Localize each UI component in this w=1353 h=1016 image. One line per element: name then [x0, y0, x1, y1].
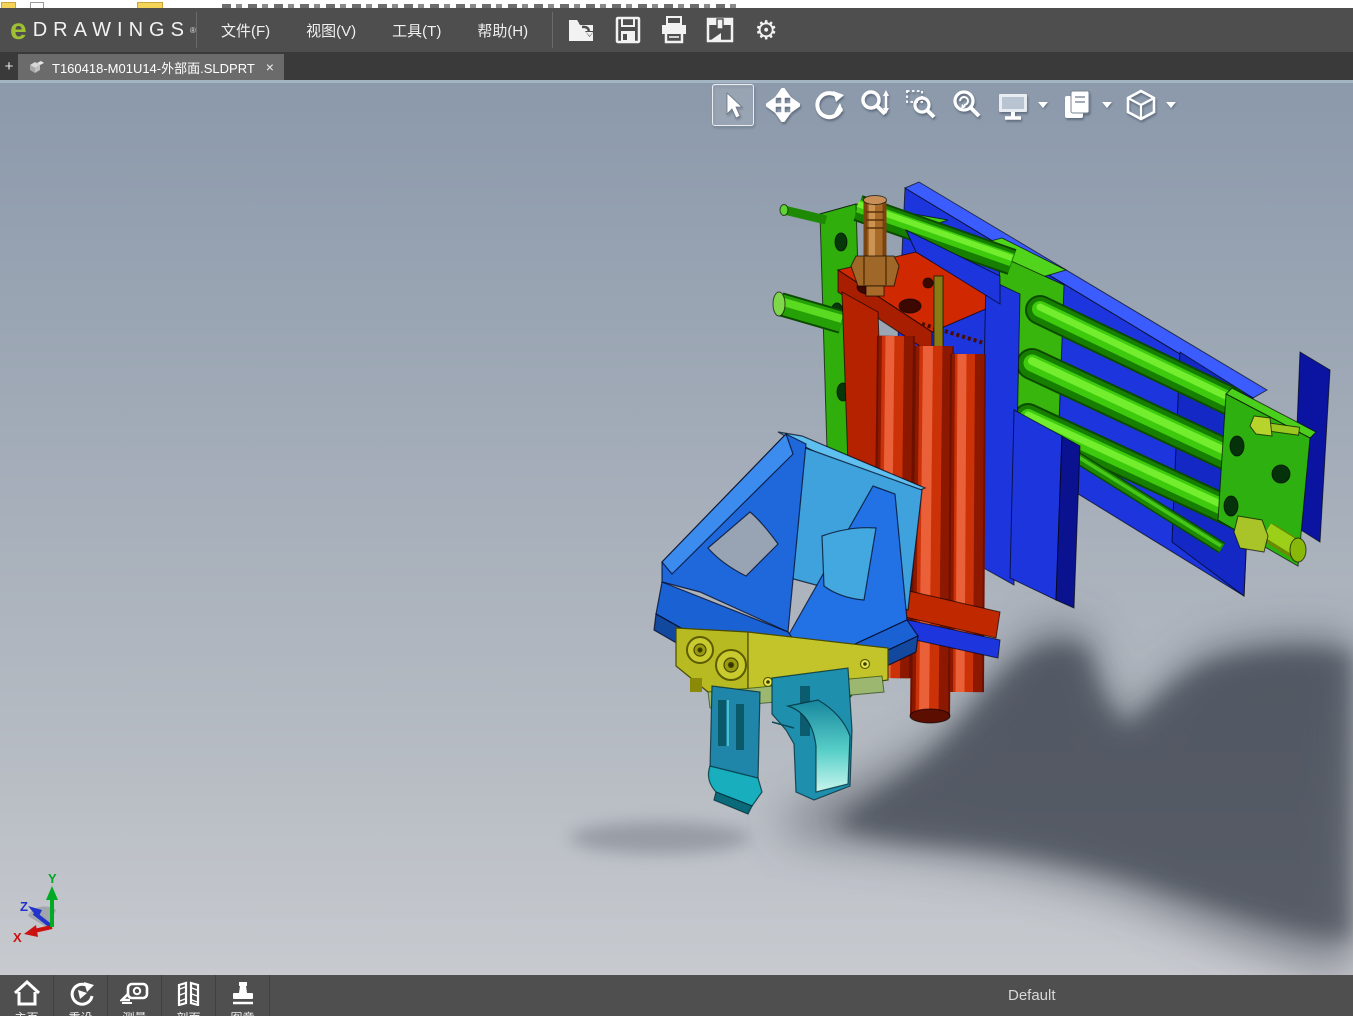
save-button[interactable]	[605, 12, 651, 48]
model-viewport[interactable]: Y Z X	[0, 80, 1353, 975]
stamp-button[interactable]: 图章	[216, 975, 270, 1016]
orientation-cube-tool[interactable]	[1124, 87, 1158, 123]
print-button[interactable]	[651, 12, 697, 48]
publish-icon	[706, 17, 734, 43]
gripper-fingers	[707, 667, 853, 815]
zoom-area-icon	[906, 90, 936, 119]
measure-label: 测量	[122, 1012, 146, 1016]
logo-brand: DRAWINGS	[32, 18, 190, 41]
triad-z-label: Z	[20, 899, 28, 914]
menu-file[interactable]: 文件(F)	[203, 11, 288, 50]
home-icon	[13, 980, 40, 1006]
zoom-area-tool[interactable]	[904, 87, 938, 123]
triad-x-label: X	[13, 930, 22, 945]
open-button[interactable]	[559, 12, 605, 48]
new-tab-button[interactable]: +	[0, 52, 18, 80]
pan-tool[interactable]	[766, 87, 800, 123]
home-button[interactable]: 主页	[0, 975, 54, 1016]
pan-icon	[766, 88, 800, 122]
triad-y-label: Y	[48, 871, 57, 886]
open-file-icon	[569, 20, 595, 41]
background-window-strip	[0, 0, 1353, 8]
home-label: 主页	[14, 1012, 38, 1016]
zoom-fit-icon	[953, 90, 981, 118]
rotate-tool[interactable]	[812, 87, 846, 123]
zoom-icon	[861, 90, 889, 116]
publish-button[interactable]	[697, 12, 743, 48]
views-tool[interactable]	[1060, 87, 1094, 123]
title-bar: e DRAWINGS ® 文件(F) 视图(V) 工具(T) 帮助(H) ⚙	[0, 8, 1353, 52]
stamp-label: 图章	[230, 1012, 254, 1016]
views-stack-icon	[1065, 90, 1090, 118]
zoom-fit-tool[interactable]	[950, 87, 984, 123]
part-icon	[30, 61, 44, 73]
tab-bar: + T160418-M01U14-外部面.SLDPRT ×	[0, 52, 1353, 80]
cursor-icon	[726, 92, 744, 119]
bottom-toolbar: 主页 重设 测量 剖面 图章 De	[0, 975, 1353, 1016]
rotate-icon	[815, 91, 844, 120]
reset-icon	[70, 982, 94, 1006]
document-tab[interactable]: T160418-M01U14-外部面.SLDPRT ×	[18, 54, 284, 80]
settings-button[interactable]: ⚙	[743, 12, 789, 48]
logo-e: e	[10, 13, 27, 46]
gear-icon: ⚙	[754, 15, 778, 45]
tab-label: T160418-M01U14-外部面.SLDPRT	[52, 60, 255, 76]
select-tool[interactable]	[712, 84, 754, 126]
monitor-icon	[999, 94, 1027, 120]
divider	[552, 12, 554, 48]
cad-model-canvas[interactable]: Y Z X	[0, 80, 1353, 975]
chevron-down-icon[interactable]	[1166, 102, 1176, 108]
print-icon	[662, 16, 687, 44]
zoom-tool[interactable]	[858, 87, 892, 123]
logo-registered-mark: ®	[189, 25, 196, 35]
orientation-triad: Y Z X	[13, 871, 58, 945]
reset-label: 重设	[68, 1012, 92, 1016]
view-toolbar	[712, 84, 1176, 126]
measure-icon	[119, 982, 148, 1004]
section-label: 剖面	[176, 1012, 200, 1016]
reset-button[interactable]: 重设	[54, 975, 108, 1016]
cube-icon	[1126, 89, 1156, 121]
menu-tools[interactable]: 工具(T)	[374, 11, 459, 50]
section-icon	[177, 981, 199, 1006]
section-button[interactable]: 剖面	[162, 975, 216, 1016]
menu-help[interactable]: 帮助(H)	[459, 11, 546, 50]
configuration-name: Default	[1008, 987, 1056, 1004]
chevron-down-icon[interactable]	[1102, 102, 1112, 108]
chevron-down-icon[interactable]	[1038, 102, 1048, 108]
menu-view[interactable]: 视图(V)	[288, 11, 374, 50]
full-screen-tool[interactable]	[996, 87, 1030, 123]
edrawings-logo: e DRAWINGS ®	[0, 13, 196, 47]
stamp-icon	[232, 982, 253, 1005]
divider	[196, 12, 197, 48]
measure-button[interactable]: 测量	[108, 975, 162, 1016]
tab-close-icon[interactable]: ×	[266, 59, 274, 75]
save-icon	[615, 16, 641, 44]
